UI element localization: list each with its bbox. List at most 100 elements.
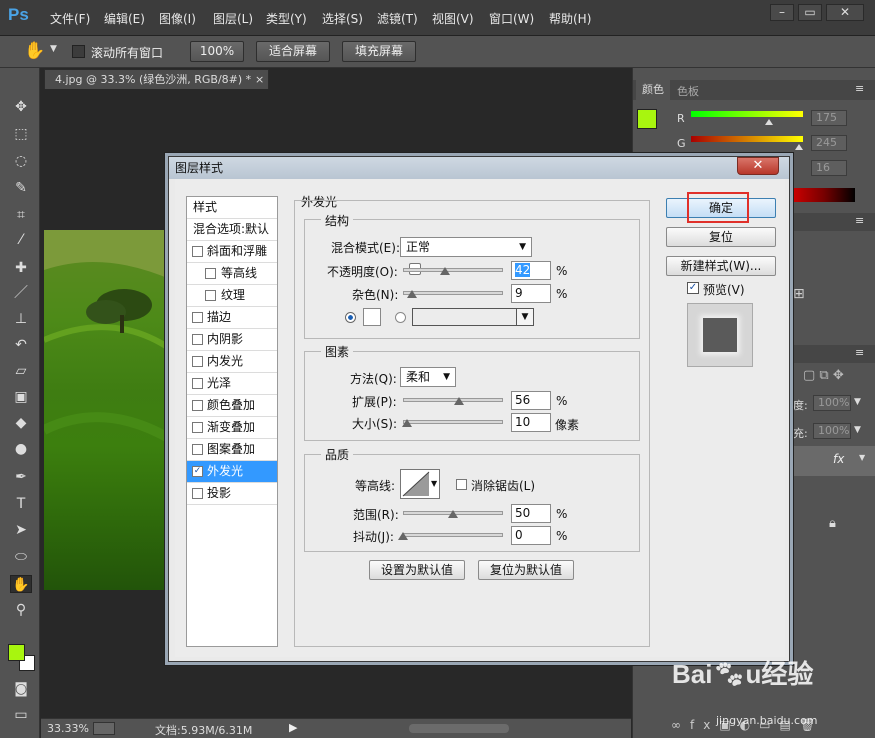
layer-lock-icons[interactable]: ▢ ⧉ ✥ [803,368,844,383]
style-item-checkbox[interactable] [205,268,216,279]
screen-mode-icon[interactable]: ▭ [10,706,32,724]
style-item-checkbox[interactable] [192,246,203,257]
style-item-checkbox[interactable] [192,422,203,433]
horizontal-scrollbar[interactable] [409,724,509,733]
jitter-slider[interactable] [403,533,503,537]
technique-select[interactable]: 柔和 ▼ [400,367,456,387]
style-item-checkbox[interactable] [192,356,203,367]
channel-g-value[interactable]: 245 [811,135,847,151]
close-window-button[interactable]: ✕ [826,4,864,21]
dodge-tool-icon[interactable]: ● [10,440,32,458]
path-select-tool-icon[interactable]: ➤ [10,521,32,539]
panel-foreground-swatch[interactable] [637,109,657,129]
style-item[interactable]: 等高线 [187,263,277,285]
range-input[interactable]: 50 [511,504,551,523]
menu-edit[interactable]: 编辑(E) [104,10,145,27]
channel-r-value[interactable]: 175 [811,110,847,126]
style-item-checkbox[interactable] [192,400,203,411]
clone-stamp-tool-icon[interactable]: ⊥ [10,310,32,328]
noise-slider[interactable] [403,291,503,295]
color-ramp[interactable] [793,188,855,202]
style-item[interactable]: 内阴影 [187,329,277,351]
gradient-tool-icon[interactable]: ▣ [10,388,32,406]
fx-icon[interactable]: fx [833,452,844,466]
active-layer-row[interactable]: fx ▼ [791,446,875,476]
blur-tool-icon[interactable]: ◆ [10,414,32,432]
style-item[interactable]: 颜色叠加 [187,395,277,417]
ellipse-tool-icon[interactable]: ⬭ [10,548,32,566]
menu-layer[interactable]: 图层(L) [213,10,253,27]
marquee-tool-icon[interactable]: ⬚ [10,125,32,143]
layer-fill-field[interactable]: 100% [813,423,851,439]
panel-menu-icon[interactable]: ≡ [855,82,864,95]
channel-g-slider[interactable] [691,136,803,142]
scroll-all-checkbox[interactable] [72,45,85,58]
hand-tool-selected-icon[interactable]: ✋ [10,575,32,593]
spread-slider-thumb[interactable] [454,397,464,405]
opacity-slider[interactable] [403,268,503,272]
menu-help[interactable]: 帮助(H) [549,10,591,27]
contour-picker[interactable]: ▼ [400,469,440,499]
layer-opacity-field[interactable]: 100% [813,395,851,411]
menu-type[interactable]: 类型(Y) [266,10,307,27]
document-close-icon[interactable]: × [255,70,264,90]
make-default-button[interactable]: 设置为默认值 [369,560,465,580]
dialog-close-button[interactable]: ✕ [737,157,779,175]
style-item[interactable]: 纹理 [187,285,277,307]
size-input[interactable]: 10 [511,413,551,432]
canvas-image[interactable] [44,230,172,590]
style-item-checkbox[interactable] [192,488,203,499]
channel-r-thumb[interactable] [765,119,773,125]
solid-color-radio[interactable] [345,312,356,323]
spread-input[interactable]: 56 [511,391,551,410]
style-item[interactable]: 光泽 [187,373,277,395]
glow-color-swatch[interactable] [363,308,381,326]
fill-screen-button[interactable]: 填充屏幕 [342,41,416,62]
noise-input[interactable]: 9 [511,284,551,303]
grid-icon[interactable]: ⊞ [793,286,805,302]
fit-screen-button[interactable]: 适合屏幕 [256,41,330,62]
style-item-checkbox[interactable] [205,290,216,301]
tab-color[interactable]: 颜色 [636,80,670,100]
minimize-button[interactable]: – [770,4,794,21]
gradient-picker[interactable]: ▼ [412,308,534,326]
style-item-checkbox[interactable] [192,312,203,323]
style-item-checkbox[interactable] [192,378,203,389]
jitter-slider-thumb[interactable] [398,532,408,540]
zoom-readout[interactable]: 33.33% [47,722,89,735]
spread-slider[interactable] [403,398,503,402]
menu-select[interactable]: 选择(S) [322,10,363,27]
channel-b-value[interactable]: 16 [811,160,847,176]
opacity-input[interactable]: 42 [511,261,551,280]
document-tab[interactable]: 4.jpg @ 33.3% (绿色沙洲, RGB/8#) * × [44,69,269,89]
reset-default-button[interactable]: 复位为默认值 [478,560,574,580]
quick-select-tool-icon[interactable]: ✎ [10,179,32,197]
hand-tool-icon[interactable]: ✋ [24,41,45,61]
crop-tool-icon[interactable]: ⌗ [10,206,32,224]
zoom-tool-icon[interactable]: ⚲ [10,601,32,619]
fill-chevron-icon[interactable]: ▼ [854,425,861,435]
type-tool-icon[interactable]: T [10,495,32,513]
preview-checkbox[interactable]: ✓ [687,282,699,294]
eraser-tool-icon[interactable]: ▱ [10,362,32,380]
range-slider-thumb[interactable] [448,510,458,518]
move-tool-icon[interactable]: ✥ [10,98,32,116]
tool-preset-chevron-icon[interactable]: ▼ [50,44,57,54]
opacity-chevron-icon[interactable]: ▼ [854,397,861,407]
new-style-button[interactable]: 新建样式(W)... [666,256,776,276]
status-info-icon[interactable] [93,722,115,735]
brush-tool-icon[interactable]: ／ [10,284,32,302]
reset-button[interactable]: 复位 [666,227,776,247]
styles-header[interactable]: 样式 [187,197,277,219]
style-item[interactable]: ✓ 外发光 [187,461,277,483]
opacity-slider-thumb[interactable] [440,267,450,275]
menu-file[interactable]: 文件(F) [50,10,90,27]
fx-expand-icon[interactable]: ▼ [859,453,865,462]
panel-menu-icon-3[interactable]: ≡ [855,346,864,359]
style-item[interactable]: 投影 [187,483,277,505]
jitter-input[interactable]: 0 [511,526,551,545]
tab-swatches[interactable]: 色板 [677,83,699,99]
antialias-checkbox[interactable] [456,479,467,490]
style-item-checkbox[interactable]: ✓ [192,466,203,477]
menu-window[interactable]: 窗口(W) [489,10,534,27]
